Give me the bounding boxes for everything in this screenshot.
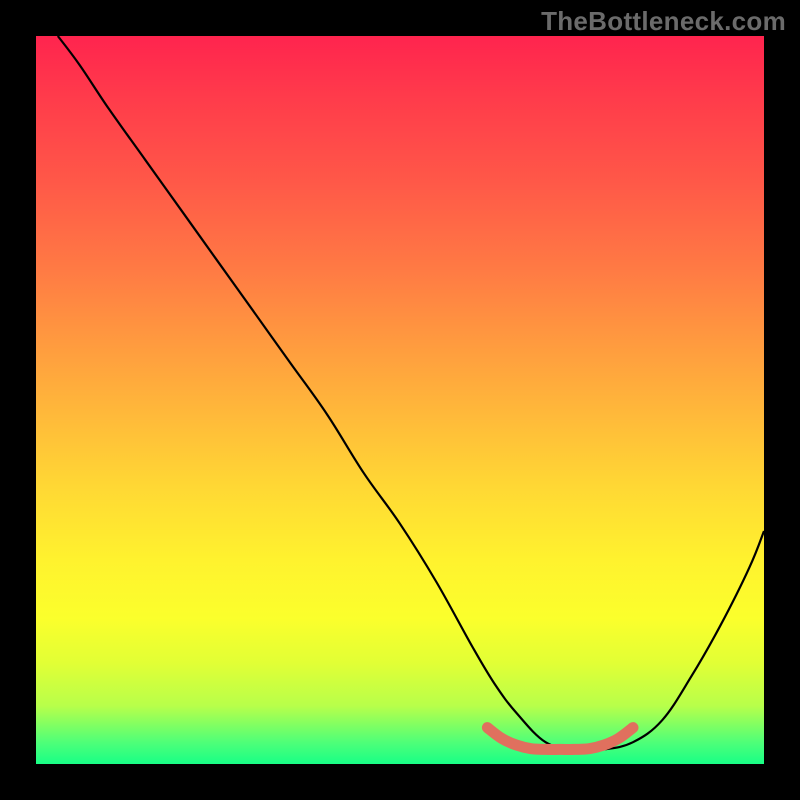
chart-frame: TheBottleneck.com: [0, 0, 800, 800]
plot-area: [36, 36, 764, 764]
watermark-text: TheBottleneck.com: [541, 6, 786, 37]
curve-overlay: [36, 36, 764, 764]
bottleneck-curve: [58, 36, 764, 750]
optimal-range-highlight: [487, 728, 633, 750]
